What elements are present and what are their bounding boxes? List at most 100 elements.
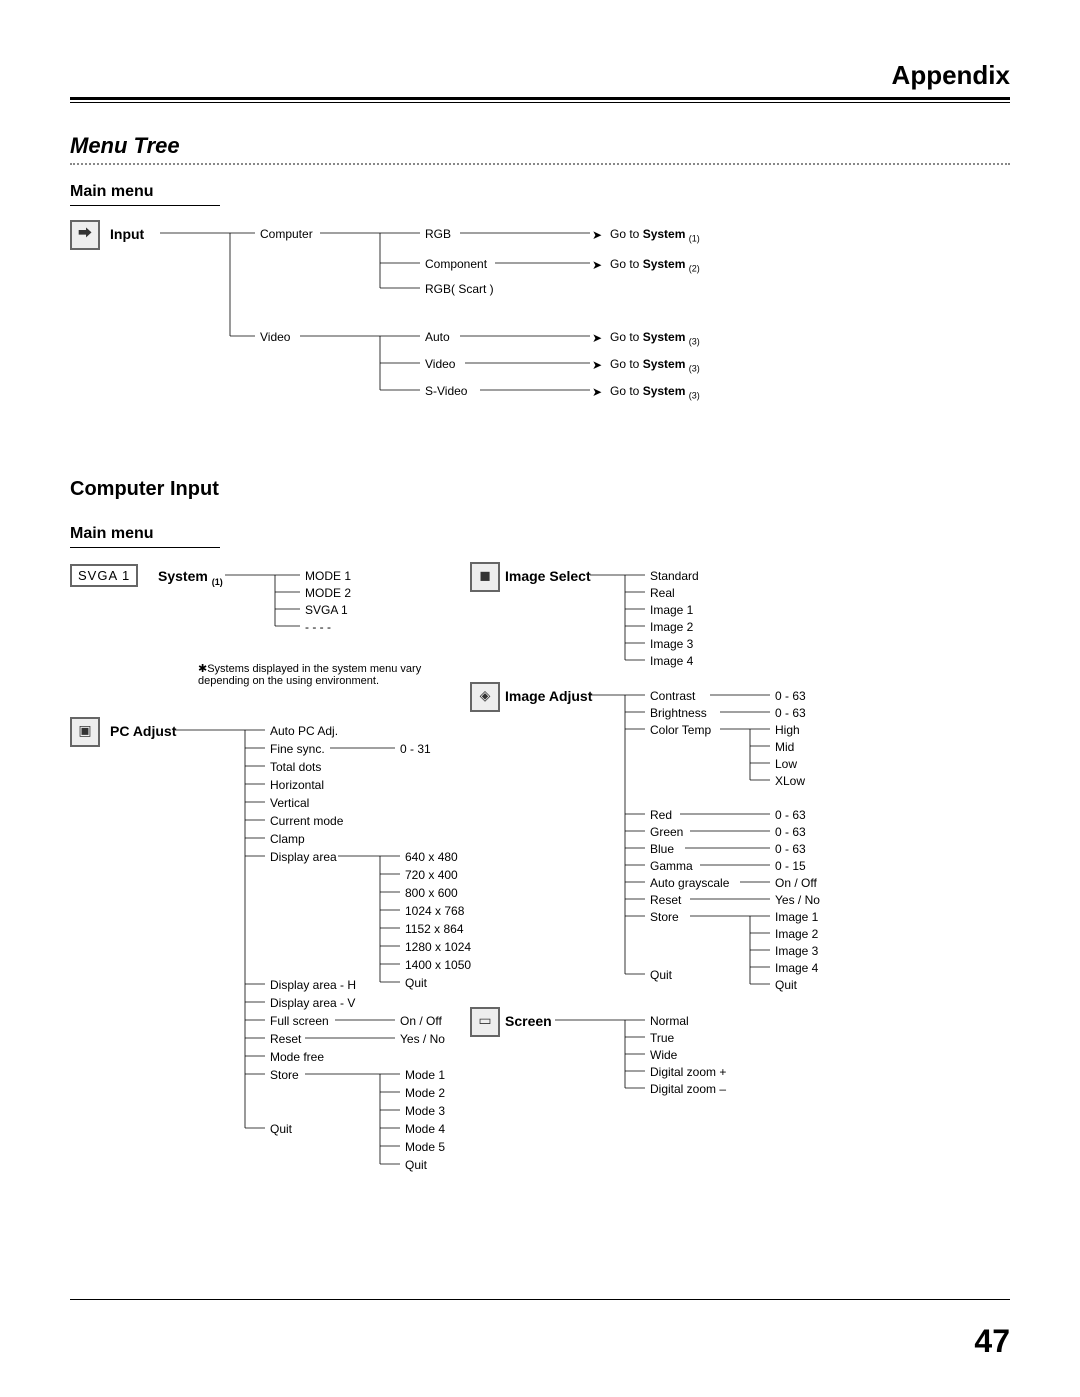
computer-label: Computer [260, 227, 313, 241]
mode1: MODE 1 [305, 569, 351, 583]
input-icon: ⮕ [70, 220, 100, 250]
contrast-r: 0 - 63 [775, 689, 806, 703]
res-4: 1152 x 864 [405, 922, 464, 936]
scr-1: True [650, 1031, 674, 1045]
fine-sync-range: 0 - 31 [400, 742, 431, 756]
dots: - - - - [305, 620, 331, 634]
rgb-scart-label: RGB( Scart ) [425, 282, 494, 296]
goto-2: Go to System (2) [610, 257, 700, 273]
total-dots: Total dots [270, 760, 321, 774]
ia-reset: Reset [650, 893, 681, 907]
ia-reset-r: Yes / No [775, 893, 820, 907]
rgb-label: RGB [425, 227, 451, 241]
green-r: 0 - 63 [775, 825, 806, 839]
blue: Blue [650, 842, 674, 856]
goto-5: Go to System (3) [610, 384, 700, 400]
scr-2: Wide [650, 1048, 677, 1062]
res-3: 1024 x 768 [405, 904, 464, 918]
res-6: 1400 x 1050 [405, 958, 471, 972]
ia-quit: Quit [650, 968, 672, 982]
header-rule-thin [70, 102, 1010, 103]
main-menu-heading-1: Main menu [70, 183, 1010, 201]
display-area-v: Display area - V [270, 996, 355, 1010]
computer-input-tree: SVGA 1 System (1) MODE 1 MODE 2 SVGA 1 -… [70, 560, 1010, 1180]
mode2: MODE 2 [305, 586, 351, 600]
res-2: 800 x 600 [405, 886, 458, 900]
display-area: Display area [270, 850, 337, 864]
full-screen-val: On / Off [400, 1014, 442, 1028]
pc-reset: Reset [270, 1032, 301, 1046]
arrow-icon: ➤ [592, 228, 602, 242]
fine-sync: Fine sync. [270, 742, 325, 756]
image-adjust-label: Image Adjust [505, 688, 592, 704]
red: Red [650, 808, 672, 822]
red-r: 0 - 63 [775, 808, 806, 822]
dotted-rule [70, 163, 1010, 165]
svideo-label: S-Video [425, 384, 467, 398]
clamp: Clamp [270, 832, 305, 846]
pc-adjust-icon: ▣ [70, 717, 100, 747]
scr-4: Digital zoom – [650, 1082, 726, 1096]
display-area-h: Display area - H [270, 978, 356, 992]
is-2: Image 1 [650, 603, 693, 617]
mode-2: Mode 3 [405, 1104, 445, 1118]
video2-label: Video [425, 357, 455, 371]
is-5: Image 4 [650, 654, 693, 668]
si-0: Image 1 [775, 910, 818, 924]
full-screen: Full screen [270, 1014, 329, 1028]
image-select-icon: ◼ [470, 562, 500, 592]
goto-1: Go to System (1) [610, 227, 700, 243]
brightness: Brightness [650, 706, 707, 720]
screen-label: Screen [505, 1013, 552, 1029]
component-label: Component [425, 257, 487, 271]
auto-gray-r: On / Off [775, 876, 817, 890]
blue-r: 0 - 63 [775, 842, 806, 856]
temp-2: Low [775, 757, 797, 771]
si-4: Quit [775, 978, 797, 992]
si-2: Image 3 [775, 944, 818, 958]
header-rule-thick [70, 97, 1010, 100]
temp-1: Mid [775, 740, 794, 754]
system-label: System (1) [158, 568, 223, 587]
store: Store [270, 1068, 299, 1082]
input-label: Input [110, 226, 144, 242]
is-1: Real [650, 586, 675, 600]
res-7: Quit [405, 976, 427, 990]
mode-4: Mode 5 [405, 1140, 445, 1154]
si-3: Image 4 [775, 961, 818, 975]
svga-icon: SVGA 1 [70, 564, 138, 587]
temp-0: High [775, 723, 800, 737]
auto-label: Auto [425, 330, 450, 344]
ia-store: Store [650, 910, 679, 924]
gamma: Gamma [650, 859, 693, 873]
auto-pc: Auto PC Adj. [270, 724, 338, 738]
is-4: Image 3 [650, 637, 693, 651]
footer-rule [70, 1299, 1010, 1300]
computer-input-heading: Computer Input [70, 478, 1010, 501]
pc-adjust-label: PC Adjust [110, 723, 176, 739]
image-select-label: Image Select [505, 568, 591, 584]
goto-4: Go to System (3) [610, 357, 700, 373]
brightness-r: 0 - 63 [775, 706, 806, 720]
mode-free: Mode free [270, 1050, 324, 1064]
green: Green [650, 825, 683, 839]
contrast: Contrast [650, 689, 695, 703]
scr-3: Digital zoom + [650, 1065, 726, 1079]
arrow-icon: ➤ [592, 331, 602, 345]
pc-reset-val: Yes / No [400, 1032, 445, 1046]
mode-1: Mode 2 [405, 1086, 445, 1100]
color-temp: Color Temp [650, 723, 711, 737]
si-1: Image 2 [775, 927, 818, 941]
mode-3: Mode 4 [405, 1122, 445, 1136]
arrow-icon: ➤ [592, 258, 602, 272]
page-number: 47 [974, 1323, 1010, 1360]
goto-3: Go to System (3) [610, 330, 700, 346]
main-menu-rule-2 [70, 547, 220, 548]
svga1-item: SVGA 1 [305, 603, 348, 617]
gamma-r: 0 - 15 [775, 859, 806, 873]
auto-gray: Auto grayscale [650, 876, 729, 890]
res-1: 720 x 400 [405, 868, 458, 882]
res-5: 1280 x 1024 [405, 940, 471, 954]
mode-5: Quit [405, 1158, 427, 1172]
mode-0: Mode 1 [405, 1068, 445, 1082]
